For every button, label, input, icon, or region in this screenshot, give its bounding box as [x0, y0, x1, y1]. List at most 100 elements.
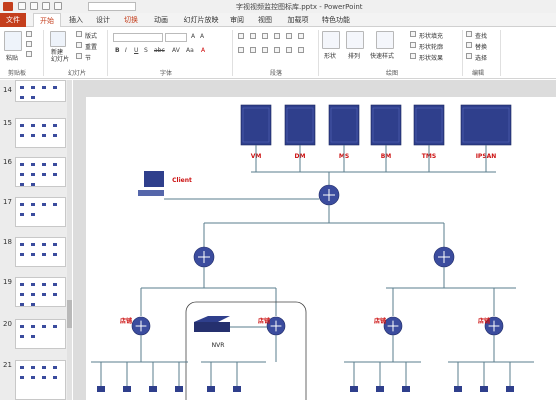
shapes-icon[interactable] — [322, 31, 340, 49]
arrange-button[interactable]: 排列 — [348, 51, 360, 60]
tab-design[interactable]: 设计 — [90, 13, 116, 27]
bold-icon[interactable]: B — [115, 47, 120, 54]
numbering-icon[interactable] — [250, 33, 256, 39]
case-icon[interactable]: Aa — [186, 47, 194, 54]
thumbnail-icon — [42, 293, 46, 296]
reset-button[interactable]: 重置 — [85, 42, 97, 51]
thumbnail-icon — [42, 243, 46, 246]
tab-slideshow[interactable]: 幻灯片放映 — [178, 13, 224, 27]
font-size-select[interactable] — [165, 33, 187, 42]
find-button[interactable]: 查找 — [475, 31, 487, 40]
underline-icon[interactable]: U — [134, 47, 138, 54]
font-name-select[interactable] — [113, 33, 163, 42]
tab-addins[interactable]: 加载项 — [282, 13, 314, 27]
align-right-icon[interactable] — [262, 47, 268, 53]
new-slide-button[interactable]: 新建 幻灯片 — [51, 49, 71, 63]
text-direction-icon[interactable] — [286, 47, 292, 53]
outline-icon — [410, 42, 416, 48]
decrease-indent-icon[interactable] — [262, 33, 268, 39]
slide-thumbnail[interactable] — [15, 360, 66, 400]
thumbnail-number: 14 — [3, 86, 12, 94]
slide-thumbnail[interactable] — [15, 237, 66, 267]
align-left-icon[interactable] — [238, 47, 244, 53]
shape-fill-button[interactable]: 形状填充 — [419, 31, 443, 40]
undo-icon[interactable] — [30, 2, 38, 10]
thumbnail-icon — [53, 366, 57, 369]
slide-thumbnail[interactable] — [15, 197, 66, 227]
shapes-button[interactable]: 形状 — [324, 51, 336, 60]
font-color-icon[interactable]: A — [201, 47, 205, 54]
separator — [107, 30, 108, 76]
network-diagram: VMDMMSBMTMSIPSANClientNVR店铺店铺店铺店铺 — [91, 104, 534, 402]
tab-file[interactable]: 文件 — [0, 13, 26, 27]
separator — [318, 30, 319, 76]
tab-review[interactable]: 审阅 — [226, 13, 248, 27]
paste-icon[interactable] — [4, 31, 22, 51]
slideshow-icon[interactable] — [54, 2, 62, 10]
line-spacing-icon[interactable] — [286, 33, 292, 39]
thumbnail-scrollbar[interactable] — [67, 80, 72, 400]
spacing-icon[interactable]: AV — [172, 47, 180, 54]
thumbnail-icon — [20, 293, 24, 296]
bullets-icon[interactable] — [238, 33, 244, 39]
shadow-icon[interactable]: S — [144, 47, 148, 54]
store-label: 店铺 — [478, 317, 490, 325]
nvr-top — [194, 316, 230, 322]
shrink-font-icon[interactable]: A — [200, 33, 204, 40]
tab-home[interactable]: 开始 — [33, 13, 61, 27]
replace-button[interactable]: 替换 — [475, 42, 487, 51]
slide-thumbnail[interactable] — [15, 118, 66, 148]
server-icon — [284, 104, 316, 146]
thumbnail-icon — [42, 325, 46, 328]
shape-outline-button[interactable]: 形状轮廓 — [419, 42, 443, 51]
slide[interactable]: VMDMMSBMTMSIPSANClientNVR店铺店铺店铺店铺 — [86, 97, 556, 402]
thumbnail-icon — [42, 203, 46, 206]
increase-indent-icon[interactable] — [274, 33, 280, 39]
scrollbar-thumb[interactable] — [67, 300, 72, 328]
save-icon[interactable] — [18, 2, 26, 10]
select-button[interactable]: 选择 — [475, 53, 487, 62]
camera-icon — [233, 386, 241, 392]
new-slide-icon[interactable] — [50, 31, 66, 47]
tab-transitions[interactable]: 切换 — [117, 13, 145, 27]
tab-insert[interactable]: 插入 — [63, 13, 89, 27]
thumbnail-icon — [31, 335, 35, 338]
slide-thumbnail[interactable] — [15, 277, 66, 307]
tab-view[interactable]: 视图 — [254, 13, 276, 27]
justify-icon[interactable] — [274, 47, 280, 53]
redo-icon[interactable] — [42, 2, 50, 10]
cut-icon[interactable] — [26, 31, 32, 37]
columns-icon[interactable] — [298, 33, 304, 39]
quick-styles-icon[interactable] — [376, 31, 394, 49]
section-button[interactable]: 节 — [85, 53, 91, 62]
format-painter-icon[interactable] — [26, 51, 32, 57]
quick-styles-button[interactable]: 快速样式 — [370, 51, 394, 60]
camera-icon — [123, 386, 131, 392]
thumbnail-icon — [20, 203, 24, 206]
strikethrough-icon[interactable]: abc — [154, 47, 165, 54]
store-label: 店铺 — [120, 317, 132, 325]
slide-thumbnail[interactable] — [15, 80, 66, 102]
shape-effects-button[interactable]: 形状效果 — [419, 53, 443, 62]
copy-icon[interactable] — [26, 41, 32, 47]
thumbnail-icon — [31, 86, 35, 89]
slide-thumbnail[interactable] — [15, 319, 66, 349]
slide-thumbnail[interactable] — [15, 157, 66, 187]
thumbnail-icon — [53, 86, 57, 89]
tab-features[interactable]: 特色功能 — [316, 13, 356, 27]
grow-font-icon[interactable]: A — [191, 33, 195, 40]
smartart-icon[interactable] — [298, 47, 304, 53]
separator — [232, 30, 233, 76]
arrange-icon[interactable] — [346, 31, 364, 49]
slides-group-label: 幻灯片 — [68, 70, 87, 77]
thumbnail-number: 15 — [3, 119, 12, 127]
thumbnail-icon — [53, 293, 57, 296]
tab-animations[interactable]: 动画 — [148, 13, 174, 27]
paste-button[interactable]: 粘贴 — [6, 53, 18, 62]
paragraph-group-label: 段落 — [270, 70, 283, 77]
quick-access-box[interactable] — [88, 2, 136, 11]
layout-button[interactable]: 版式 — [85, 31, 97, 40]
align-center-icon[interactable] — [250, 47, 256, 53]
thumbnail-icon — [20, 253, 24, 256]
italic-icon[interactable]: I — [125, 47, 127, 54]
